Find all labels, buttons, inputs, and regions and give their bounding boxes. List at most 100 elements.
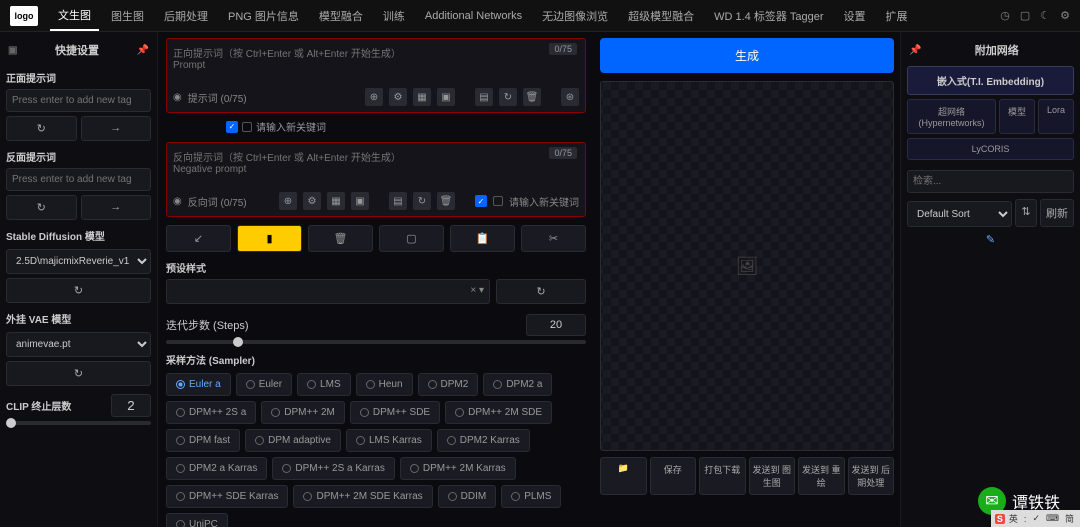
sampler-dpm-fast[interactable]: DPM fast bbox=[166, 429, 240, 452]
sampler-plms[interactable]: PLMS bbox=[501, 485, 561, 508]
tab-pnginfo[interactable]: PNG 图片信息 bbox=[220, 2, 307, 30]
steps-slider[interactable] bbox=[166, 340, 586, 344]
pos-tag-input[interactable] bbox=[6, 89, 151, 112]
collapse-icon[interactable]: ▣ bbox=[8, 45, 17, 56]
pos-kw-check2[interactable] bbox=[242, 122, 252, 132]
tab-ti[interactable]: 嵌入式(T.I. Embedding) bbox=[907, 66, 1074, 95]
sort-dir[interactable]: ⇅ bbox=[1015, 199, 1037, 227]
tab-browse[interactable]: 无边图像浏览 bbox=[534, 2, 616, 30]
sampler-ddim[interactable]: DDIM bbox=[438, 485, 497, 508]
pos-apply[interactable]: → bbox=[81, 116, 152, 141]
monitor-icon[interactable]: ▢ bbox=[1020, 9, 1030, 22]
tab-img2img[interactable]: 图生图 bbox=[103, 2, 152, 30]
sampler-lms-karras[interactable]: LMS Karras bbox=[346, 429, 432, 452]
neg-kw-check[interactable]: ✓ bbox=[475, 195, 487, 207]
canvas-action-2[interactable]: 打包下载 bbox=[699, 457, 746, 495]
canvas-action-1[interactable]: 保存 bbox=[650, 457, 697, 495]
pos-refresh[interactable]: ↻ bbox=[6, 116, 77, 141]
n-tool4[interactable]: ▣ bbox=[351, 192, 369, 210]
p-tool7[interactable]: 🗑 bbox=[523, 88, 541, 106]
p-tool3[interactable]: ▦ bbox=[413, 88, 431, 106]
moon-icon[interactable]: ☾ bbox=[1040, 9, 1050, 22]
canvas-action-0[interactable]: 📁 bbox=[600, 457, 647, 495]
p-tool5[interactable]: ▤ bbox=[475, 88, 493, 106]
clip-value[interactable] bbox=[111, 394, 151, 417]
tab-supermerge[interactable]: 超级模型融合 bbox=[620, 2, 702, 30]
sampler-dpm2-karras[interactable]: DPM2 Karras bbox=[437, 429, 530, 452]
sampler-dpm---2m-sde-karras[interactable]: DPM++ 2M SDE Karras bbox=[293, 485, 432, 508]
tab-addnet[interactable]: Additional Networks bbox=[417, 4, 530, 28]
tab-lora[interactable]: Lora bbox=[1038, 99, 1074, 134]
refresh-button[interactable]: 刷新 bbox=[1040, 199, 1074, 227]
p-tool6[interactable]: ↻ bbox=[499, 88, 517, 106]
p-tool1[interactable]: ⊕ bbox=[365, 88, 383, 106]
sampler-dpm---2m-karras[interactable]: DPM++ 2M Karras bbox=[400, 457, 516, 480]
pos-prompt-textarea[interactable] bbox=[173, 45, 579, 81]
tb-1[interactable]: ↙ bbox=[166, 225, 231, 252]
tab-extras[interactable]: 后期处理 bbox=[156, 2, 216, 30]
canvas-action-5[interactable]: 发送到 后期处理 bbox=[848, 457, 895, 495]
tb-3[interactable]: 🗑 bbox=[308, 225, 373, 252]
sampler-dpm---sde[interactable]: DPM++ SDE bbox=[350, 401, 440, 424]
preset-refresh[interactable]: ↻ bbox=[496, 279, 586, 304]
p-tool8[interactable]: ⊛ bbox=[561, 88, 579, 106]
n-tool3[interactable]: ▦ bbox=[327, 192, 345, 210]
n-tool7[interactable]: 🗑 bbox=[437, 192, 455, 210]
sampler-dpm---2s-a[interactable]: DPM++ 2S a bbox=[166, 401, 256, 424]
tab-txt2img[interactable]: 文生图 bbox=[50, 1, 99, 31]
vae-refresh[interactable]: ↻ bbox=[6, 361, 151, 386]
brush-icon[interactable]: ✎ bbox=[907, 233, 1074, 246]
tab-tagger[interactable]: WD 1.4 标签器 Tagger bbox=[706, 2, 831, 30]
tb-4[interactable]: ▢ bbox=[379, 225, 444, 252]
sampler-euler-a[interactable]: Euler a bbox=[166, 373, 231, 396]
sd-model-select[interactable]: 2.5D\majicmixReverie_v10.safe bbox=[6, 249, 151, 274]
eye-icon[interactable]: ◉ bbox=[173, 196, 182, 207]
tb-2[interactable]: ▮ bbox=[237, 225, 302, 252]
neg-apply[interactable]: → bbox=[81, 195, 152, 220]
canvas-action-3[interactable]: 发送到 图生图 bbox=[749, 457, 796, 495]
generate-button[interactable]: 生成 bbox=[600, 38, 894, 73]
clip-slider[interactable] bbox=[6, 421, 151, 425]
sampler-dpm-adaptive[interactable]: DPM adaptive bbox=[245, 429, 341, 452]
preset-select[interactable]: × ▾ bbox=[166, 279, 490, 304]
tab-lycoris[interactable]: LyCORIS bbox=[907, 138, 1074, 160]
tab-train[interactable]: 训练 bbox=[375, 2, 413, 30]
clock-icon[interactable]: ◷ bbox=[1000, 9, 1010, 22]
gear-icon[interactable]: ⚙ bbox=[1060, 9, 1070, 22]
tab-settings[interactable]: 设置 bbox=[836, 2, 874, 30]
sampler-lms[interactable]: LMS bbox=[297, 373, 351, 396]
tb-5[interactable]: 📋 bbox=[450, 225, 515, 252]
p-tool4[interactable]: ▣ bbox=[437, 88, 455, 106]
canvas-action-4[interactable]: 发送到 重绘 bbox=[798, 457, 845, 495]
vae-select[interactable]: animevae.pt bbox=[6, 332, 151, 357]
neg-tag-input[interactable] bbox=[6, 168, 151, 191]
sampler-euler[interactable]: Euler bbox=[236, 373, 292, 396]
sampler-unipc[interactable]: UniPC bbox=[166, 513, 228, 527]
n-tool6[interactable]: ↻ bbox=[413, 192, 431, 210]
tab-model[interactable]: 模型 bbox=[999, 99, 1035, 134]
sampler-dpm2-a-karras[interactable]: DPM2 a Karras bbox=[166, 457, 267, 480]
n-tool1[interactable]: ⊕ bbox=[279, 192, 297, 210]
sampler-dpm2-a[interactable]: DPM2 a bbox=[483, 373, 552, 396]
pos-kw-check[interactable]: ✓ bbox=[226, 121, 238, 133]
neg-kw-check2[interactable] bbox=[493, 196, 503, 206]
eye-icon[interactable]: ◉ bbox=[173, 92, 182, 103]
tab-merge[interactable]: 模型融合 bbox=[311, 2, 371, 30]
pin-icon[interactable]: 📌 bbox=[137, 45, 149, 56]
sampler-heun[interactable]: Heun bbox=[356, 373, 413, 396]
sampler-dpm---sde-karras[interactable]: DPM++ SDE Karras bbox=[166, 485, 288, 508]
pin-icon[interactable]: 📌 bbox=[909, 45, 921, 56]
sampler-dpm---2m[interactable]: DPM++ 2M bbox=[261, 401, 345, 424]
neg-refresh[interactable]: ↻ bbox=[6, 195, 77, 220]
tb-6[interactable]: ✂ bbox=[521, 225, 586, 252]
steps-value[interactable] bbox=[526, 314, 586, 336]
tab-hyper[interactable]: 超网络 (Hypernetworks) bbox=[907, 99, 996, 134]
sort-select[interactable]: Default Sort bbox=[907, 201, 1012, 227]
n-tool2[interactable]: ⚙ bbox=[303, 192, 321, 210]
sampler-dpm---2s-a-karras[interactable]: DPM++ 2S a Karras bbox=[272, 457, 394, 480]
sampler-dpm2[interactable]: DPM2 bbox=[418, 373, 479, 396]
sd-refresh[interactable]: ↻ bbox=[6, 278, 151, 303]
neg-prompt-textarea[interactable] bbox=[173, 149, 579, 185]
p-tool2[interactable]: ⚙ bbox=[389, 88, 407, 106]
extra-search[interactable] bbox=[907, 170, 1074, 193]
